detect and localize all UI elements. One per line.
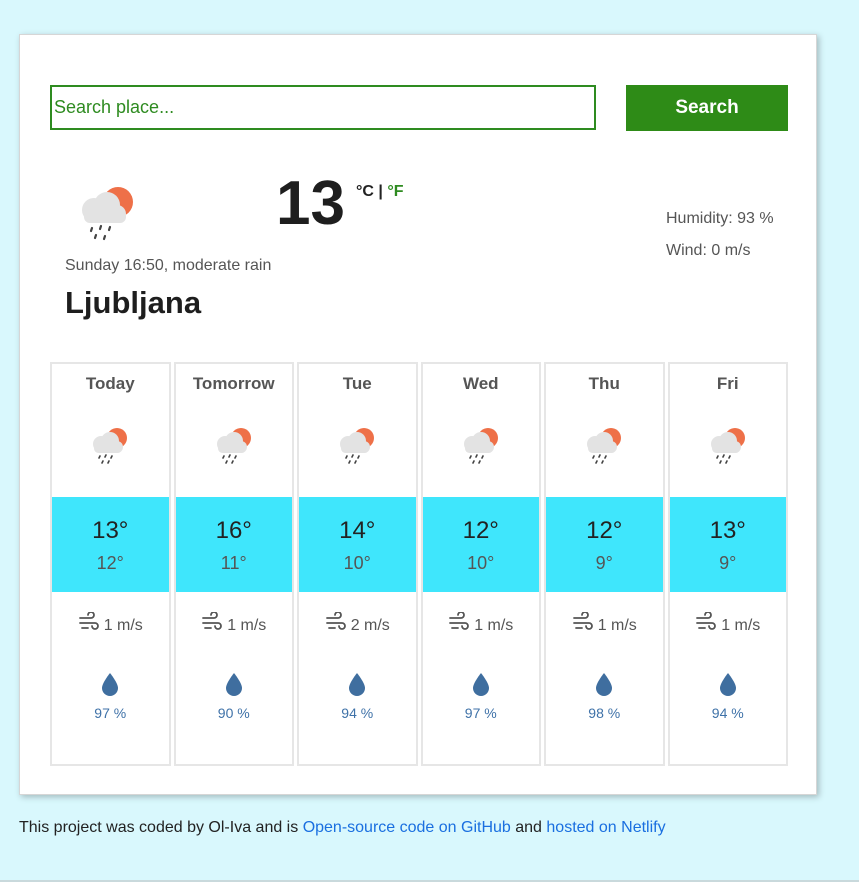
forecast-wind: 1 m/s	[52, 612, 169, 635]
rain-cloud-sun-icon	[340, 428, 375, 464]
forecast-wind: 1 m/s	[546, 612, 663, 635]
forecast-min-temp: 12°	[96, 553, 124, 573]
github-link[interactable]: Open-source code on GitHub	[303, 819, 511, 836]
date-description: Sunday 16:50, moderate rain	[65, 257, 272, 274]
forecast-max-temp: 12°	[462, 517, 499, 544]
forecast-wind: 1 m/s	[176, 612, 293, 635]
celsius-link[interactable]: °C	[356, 183, 374, 200]
forecast-day-name: Today	[85, 374, 135, 393]
forecast-min-temp: 9°	[719, 553, 737, 573]
forecast-day: Today 13° 12° 1 m/s 97 %	[50, 362, 171, 766]
footer-text: This project was coded by Ol-Iva and is	[19, 819, 303, 836]
wind-icon	[572, 612, 593, 630]
footer: This project was coded by Ol-Iva and is …	[19, 819, 666, 837]
forecast-rain-probability: 94 %	[711, 705, 744, 721]
city-name: Ljubljana	[65, 285, 202, 320]
forecast-day-name: Thu	[588, 374, 620, 393]
search-input[interactable]	[50, 85, 596, 130]
forecast-wind: 1 m/s	[670, 612, 787, 635]
forecast-grid: Today 13° 12° 1 m/s 97 % Tomorrow 16° 11° 1 m/s 9…	[50, 362, 788, 766]
forecast-day-name: Wed	[462, 374, 499, 393]
forecast-rain-probability: 90 %	[217, 705, 250, 721]
forecast-wind-value: 1 m/s	[721, 617, 761, 634]
forecast-day-name: Tue	[342, 374, 372, 393]
forecast-wind-value: 2 m/s	[350, 617, 390, 634]
wind-icon	[202, 612, 223, 630]
forecast-day: Wed 12° 10° 1 m/s 97 %	[420, 362, 541, 766]
forecast-day: Tue 14° 10° 2 m/s 94 %	[297, 362, 418, 766]
raindrop-icon	[596, 673, 613, 696]
forecast-rain-probability: 94 %	[341, 705, 374, 721]
raindrop-icon	[225, 673, 242, 696]
raindrop-icon	[719, 673, 736, 696]
raindrop-icon	[472, 673, 489, 696]
current-temperature: 13	[276, 169, 345, 238]
forecast-wind-value: 1 m/s	[227, 617, 267, 634]
forecast-max-temp: 14°	[339, 517, 376, 544]
forecast-day: Fri 13° 9° 1 m/s 94 %	[667, 362, 788, 766]
wind-icon	[325, 612, 346, 630]
forecast-wind-value: 1 m/s	[474, 617, 514, 634]
forecast-max-temp: 13°	[709, 517, 746, 544]
rain-cloud-sun-icon	[216, 428, 251, 464]
rain-cloud-sun-icon	[463, 428, 498, 464]
forecast-min-temp: 10°	[467, 553, 495, 573]
forecast-max-temp: 12°	[586, 517, 623, 544]
forecast-min-temp: 10°	[343, 553, 371, 573]
forecast-temps: 12° 9°	[546, 497, 663, 592]
forecast-temps: 12° 10°	[422, 497, 539, 592]
forecast-day-name: Tomorrow	[192, 374, 275, 393]
rain-cloud-sun-icon	[93, 428, 128, 464]
rain-cloud-sun-icon	[710, 428, 745, 464]
forecast-min-temp: 11°	[220, 553, 247, 573]
forecast-min-temp: 9°	[595, 553, 613, 573]
forecast-rain-probability: 97 %	[464, 705, 497, 721]
humidity-value: Humidity: 93 %	[666, 210, 774, 227]
unit-switch: °C | °F	[356, 183, 404, 201]
wind-icon	[449, 612, 470, 630]
forecast-day-name: Fri	[716, 374, 739, 393]
search-button[interactable]: Search	[626, 85, 788, 131]
forecast-max-temp: 16°	[215, 517, 252, 544]
forecast-wind-value: 1 m/s	[597, 617, 637, 634]
forecast-rain-probability: 97 %	[94, 705, 127, 721]
weather-card: Search 13 °C | °F Sunday 16:50, moderate…	[19, 34, 817, 795]
forecast-max-temp: 13°	[92, 517, 129, 544]
forecast-day: Thu 12° 9° 1 m/s 98 %	[544, 362, 665, 766]
unit-separator: |	[378, 183, 383, 200]
netlify-link[interactable]: hosted on Netlify	[546, 819, 665, 836]
forecast-wind: 2 m/s	[299, 612, 416, 635]
wind-icon	[78, 612, 99, 630]
footer-text-and: and	[510, 819, 547, 836]
forecast-rain-probability: 98 %	[588, 705, 621, 721]
forecast-temps: 13° 9°	[669, 497, 786, 592]
forecast-temps: 13° 12°	[52, 497, 169, 592]
wind-value: Wind: 0 m/s	[666, 242, 751, 259]
forecast-temps: 14° 10°	[299, 497, 416, 592]
forecast-temps: 16° 11°	[175, 497, 292, 592]
raindrop-icon	[349, 673, 366, 696]
forecast-day: Tomorrow 16° 11° 1 m/s 90 %	[173, 362, 294, 766]
raindrop-icon	[102, 673, 119, 696]
rain-cloud-sun-icon	[82, 187, 133, 241]
rain-cloud-sun-icon	[587, 428, 622, 464]
forecast-wind-value: 1 m/s	[103, 617, 143, 634]
fahrenheit-link[interactable]: °F	[387, 183, 403, 200]
wind-icon	[696, 612, 717, 630]
forecast-wind: 1 m/s	[423, 612, 540, 635]
